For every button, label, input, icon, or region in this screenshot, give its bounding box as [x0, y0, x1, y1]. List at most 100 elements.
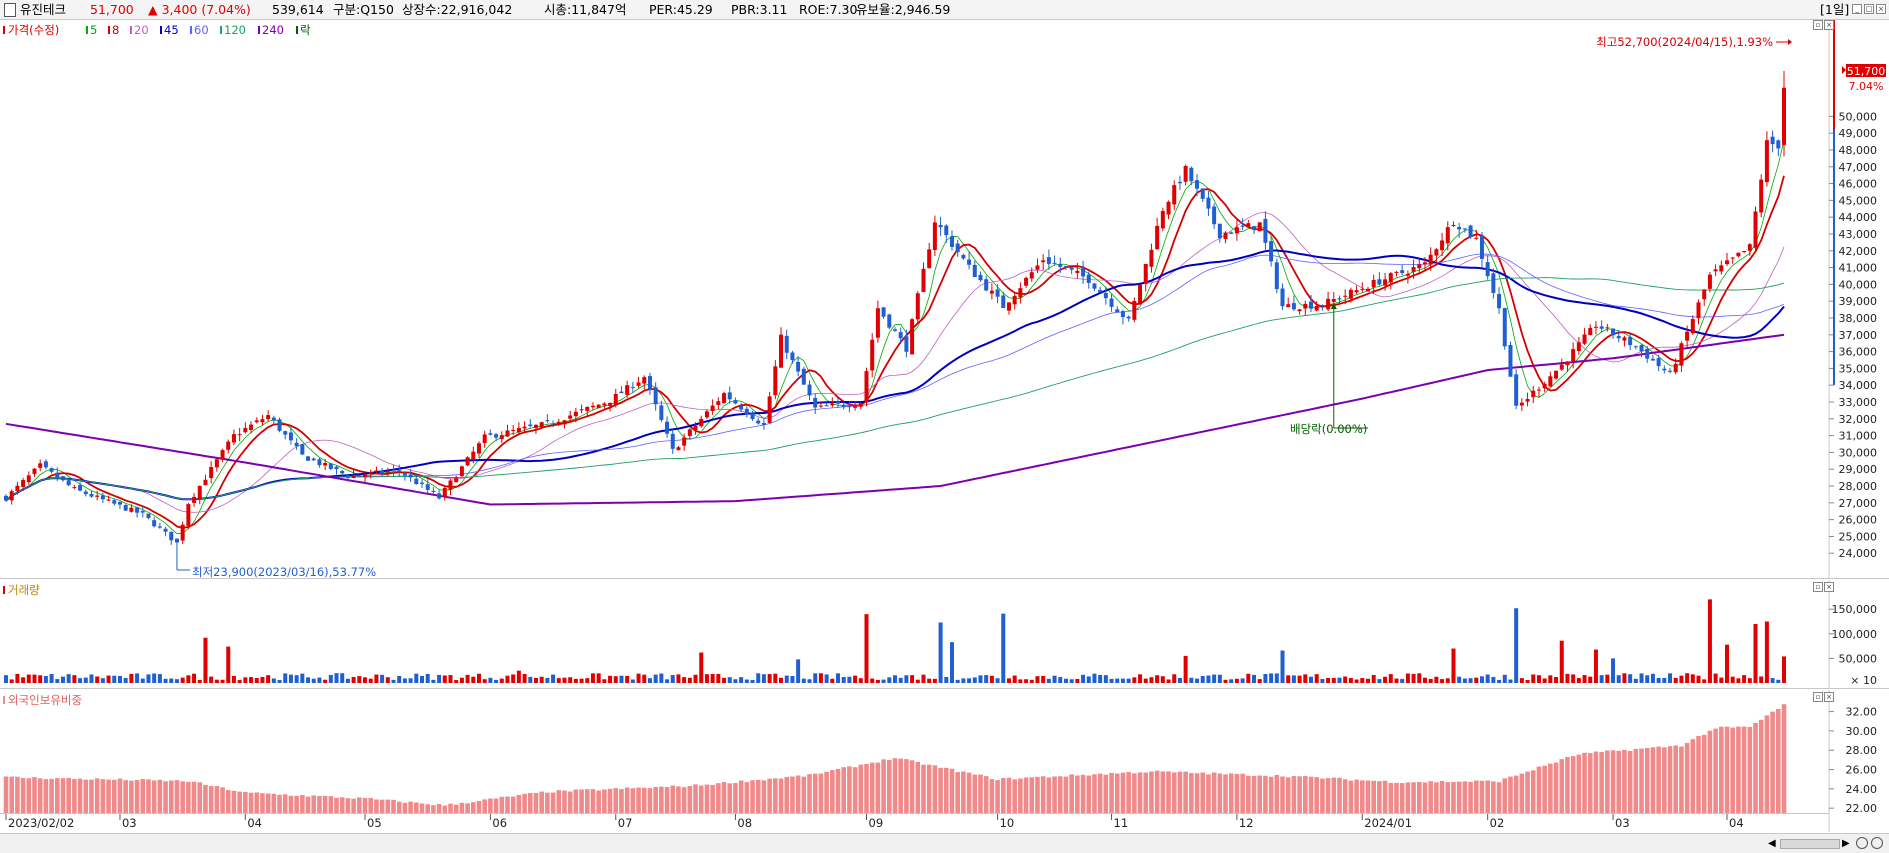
foreign-bar: [681, 787, 687, 813]
candle-body: [830, 403, 835, 406]
candle-body: [26, 475, 31, 483]
foreign-bar: [641, 787, 647, 813]
volume-bar: [135, 673, 140, 683]
price-pane[interactable]: 24,000 25,000 26,000 27,000 28,000 29,000 30,0…: [0, 20, 1889, 579]
candle-body: [226, 441, 231, 450]
candle-body: [1411, 267, 1416, 272]
foreign-bar: [995, 780, 1000, 813]
foreign-pane[interactable]: 22.00 24.00 26.00 28.00 30.00 32.00 외국인보유비중 2…: [0, 690, 1889, 832]
zoom-in-icon[interactable]: [1871, 837, 1883, 849]
volume-chart[interactable]: 50,000 100,000 150,000 거래량 × 10: [0, 580, 1889, 689]
candle-body: [220, 450, 225, 460]
volume-settings-icon[interactable]: ▫: [1813, 582, 1823, 592]
foreign-bar: [414, 802, 419, 813]
candle-body: [773, 366, 778, 396]
price-tick-label: 32,000: [1839, 413, 1878, 426]
foreign-bar: [1325, 778, 1331, 813]
volume-bar: [1098, 674, 1103, 683]
scroll-right-icon[interactable]: ▶: [1842, 838, 1850, 849]
foreign-bar: [738, 780, 744, 813]
foreign-bar: [550, 792, 556, 813]
candle-body: [887, 314, 892, 328]
price-chart[interactable]: 24,000 25,000 26,000 27,000 28,000 29,000 30,0…: [0, 20, 1889, 579]
candle-body: [1782, 87, 1786, 145]
foreign-bar: [778, 778, 784, 813]
candle-body: [978, 274, 983, 281]
foreign-chart[interactable]: 22.00 24.00 26.00 28.00 30.00 32.00 외국인보유비중 2…: [0, 690, 1889, 832]
foreign-bar: [710, 784, 715, 813]
foreign-bar: [1536, 766, 1542, 813]
candle-body: [1309, 301, 1314, 309]
foreign-bar: [277, 794, 282, 813]
foreign-bar: [1246, 775, 1251, 813]
foreign-bar: [1257, 775, 1263, 813]
close-icon[interactable]: ×: [1876, 4, 1886, 14]
volume-bar: [1668, 673, 1673, 683]
price-tick-label: 44,000: [1839, 211, 1878, 224]
volume-pane[interactable]: 50,000 100,000 150,000 거래량 × 10 ▫ ×: [0, 580, 1889, 689]
foreign-bar: [1707, 730, 1713, 813]
foreign-bar: [1559, 759, 1565, 813]
volume-close-icon[interactable]: ×: [1824, 582, 1834, 592]
foreign-bar: [72, 779, 77, 813]
zoom-out-icon[interactable]: [1856, 837, 1868, 849]
foreign-bar: [1439, 780, 1445, 813]
foreign-close-icon[interactable]: ×: [1824, 692, 1834, 702]
foreign-bar: [1713, 728, 1718, 813]
candle-body: [516, 428, 521, 433]
volume-bar: [1759, 676, 1764, 683]
pane-close-icon[interactable]: ×: [1824, 20, 1834, 30]
price-tick-label: 35,000: [1839, 362, 1878, 375]
volume-bar: [824, 674, 829, 683]
candle-body: [1092, 283, 1097, 289]
candle-body: [1269, 241, 1274, 262]
candle-body: [351, 475, 356, 478]
candle-body: [1599, 326, 1604, 329]
candle-body: [1189, 167, 1194, 182]
foreign-bar: [339, 797, 345, 813]
pane-settings-icon[interactable]: ▫: [1813, 20, 1823, 30]
volume-bar: [1753, 623, 1758, 683]
candle-body: [1679, 343, 1684, 366]
price-tick-label: 47,000: [1839, 161, 1878, 174]
foreign-bar: [1320, 778, 1325, 813]
scroll-left-icon[interactable]: ◀: [1768, 838, 1776, 849]
foreign-bar: [425, 804, 431, 813]
foreign-tick-label: 22.00: [1846, 802, 1878, 815]
foreign-bar: [926, 764, 932, 813]
foreign-legend: 외국인보유비중: [8, 693, 82, 707]
foreign-bar: [818, 773, 824, 813]
candle-body: [1645, 348, 1650, 359]
price-down-gauge: [1833, 130, 1835, 385]
volume-bar: [1479, 676, 1484, 683]
candle-body: [1183, 165, 1188, 182]
foreign-bar: [1610, 750, 1616, 813]
period-button[interactable]: [1일]: [1820, 0, 1849, 19]
candle-body: [1713, 269, 1718, 272]
foreign-bar: [898, 758, 903, 813]
volume-bar: [1719, 677, 1724, 683]
candle-body: [1274, 262, 1279, 290]
foreign-bar: [436, 804, 442, 813]
volume-bar: [169, 678, 174, 683]
volume-bar: [363, 677, 368, 683]
volume-bar: [1172, 674, 1177, 683]
volume-bar: [893, 675, 897, 683]
foreign-bar: [208, 786, 214, 813]
foreign-bar: [1690, 739, 1696, 813]
foreign-settings-icon[interactable]: ▫: [1813, 692, 1823, 702]
candle-body: [1622, 337, 1627, 341]
volume-bar: [613, 676, 618, 683]
minimize-icon[interactable]: _: [1852, 4, 1862, 14]
candle-body: [1018, 288, 1023, 298]
maximize-icon[interactable]: □: [1864, 4, 1874, 14]
volume-bar: [1092, 673, 1097, 683]
date-axis-label: 03: [1615, 816, 1630, 830]
volume-bar: [585, 678, 590, 683]
candle-body: [385, 471, 390, 473]
doc-icon[interactable]: [4, 3, 16, 17]
foreign-bar: [470, 802, 476, 813]
stock-name[interactable]: 유진테크: [20, 0, 66, 19]
volume-bar: [243, 677, 248, 683]
scrollbar[interactable]: [1780, 839, 1840, 849]
